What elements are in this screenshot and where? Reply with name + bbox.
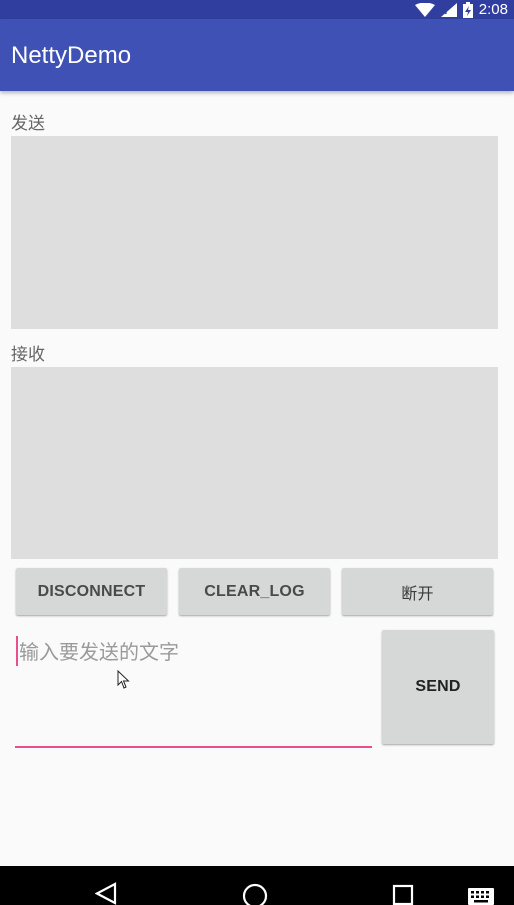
message-input-placeholder: 输入要发送的文字	[19, 640, 179, 664]
wifi-icon	[414, 2, 435, 17]
send-log-area[interactable]	[11, 136, 498, 329]
app-bar: NettyDemo	[0, 19, 514, 91]
text-cursor	[16, 636, 18, 666]
battery-charging-icon	[462, 1, 473, 18]
status-icons: 2:08	[414, 0, 508, 19]
back-icon[interactable]	[95, 882, 117, 905]
recent-apps-icon[interactable]	[392, 882, 416, 905]
receive-log-area[interactable]	[11, 367, 498, 559]
clear-log-button[interactable]: CLEAR_LOG	[179, 568, 330, 615]
disconnect-button[interactable]: DISCONNECT	[16, 568, 167, 615]
app-title: NettyDemo	[11, 42, 132, 69]
signal-icon	[440, 2, 457, 17]
keyboard-icon[interactable]	[468, 888, 494, 905]
status-time: 2:08	[478, 1, 508, 18]
home-icon[interactable]	[241, 882, 269, 905]
disconnect-cn-button[interactable]: 断开	[342, 568, 493, 615]
send-label: 发送	[11, 114, 45, 134]
status-bar: 2:08	[0, 0, 514, 19]
receive-label: 接收	[11, 345, 45, 365]
send-button[interactable]: SEND	[382, 630, 494, 744]
navigation-bar	[0, 866, 514, 905]
mouse-pointer-icon	[117, 670, 130, 689]
